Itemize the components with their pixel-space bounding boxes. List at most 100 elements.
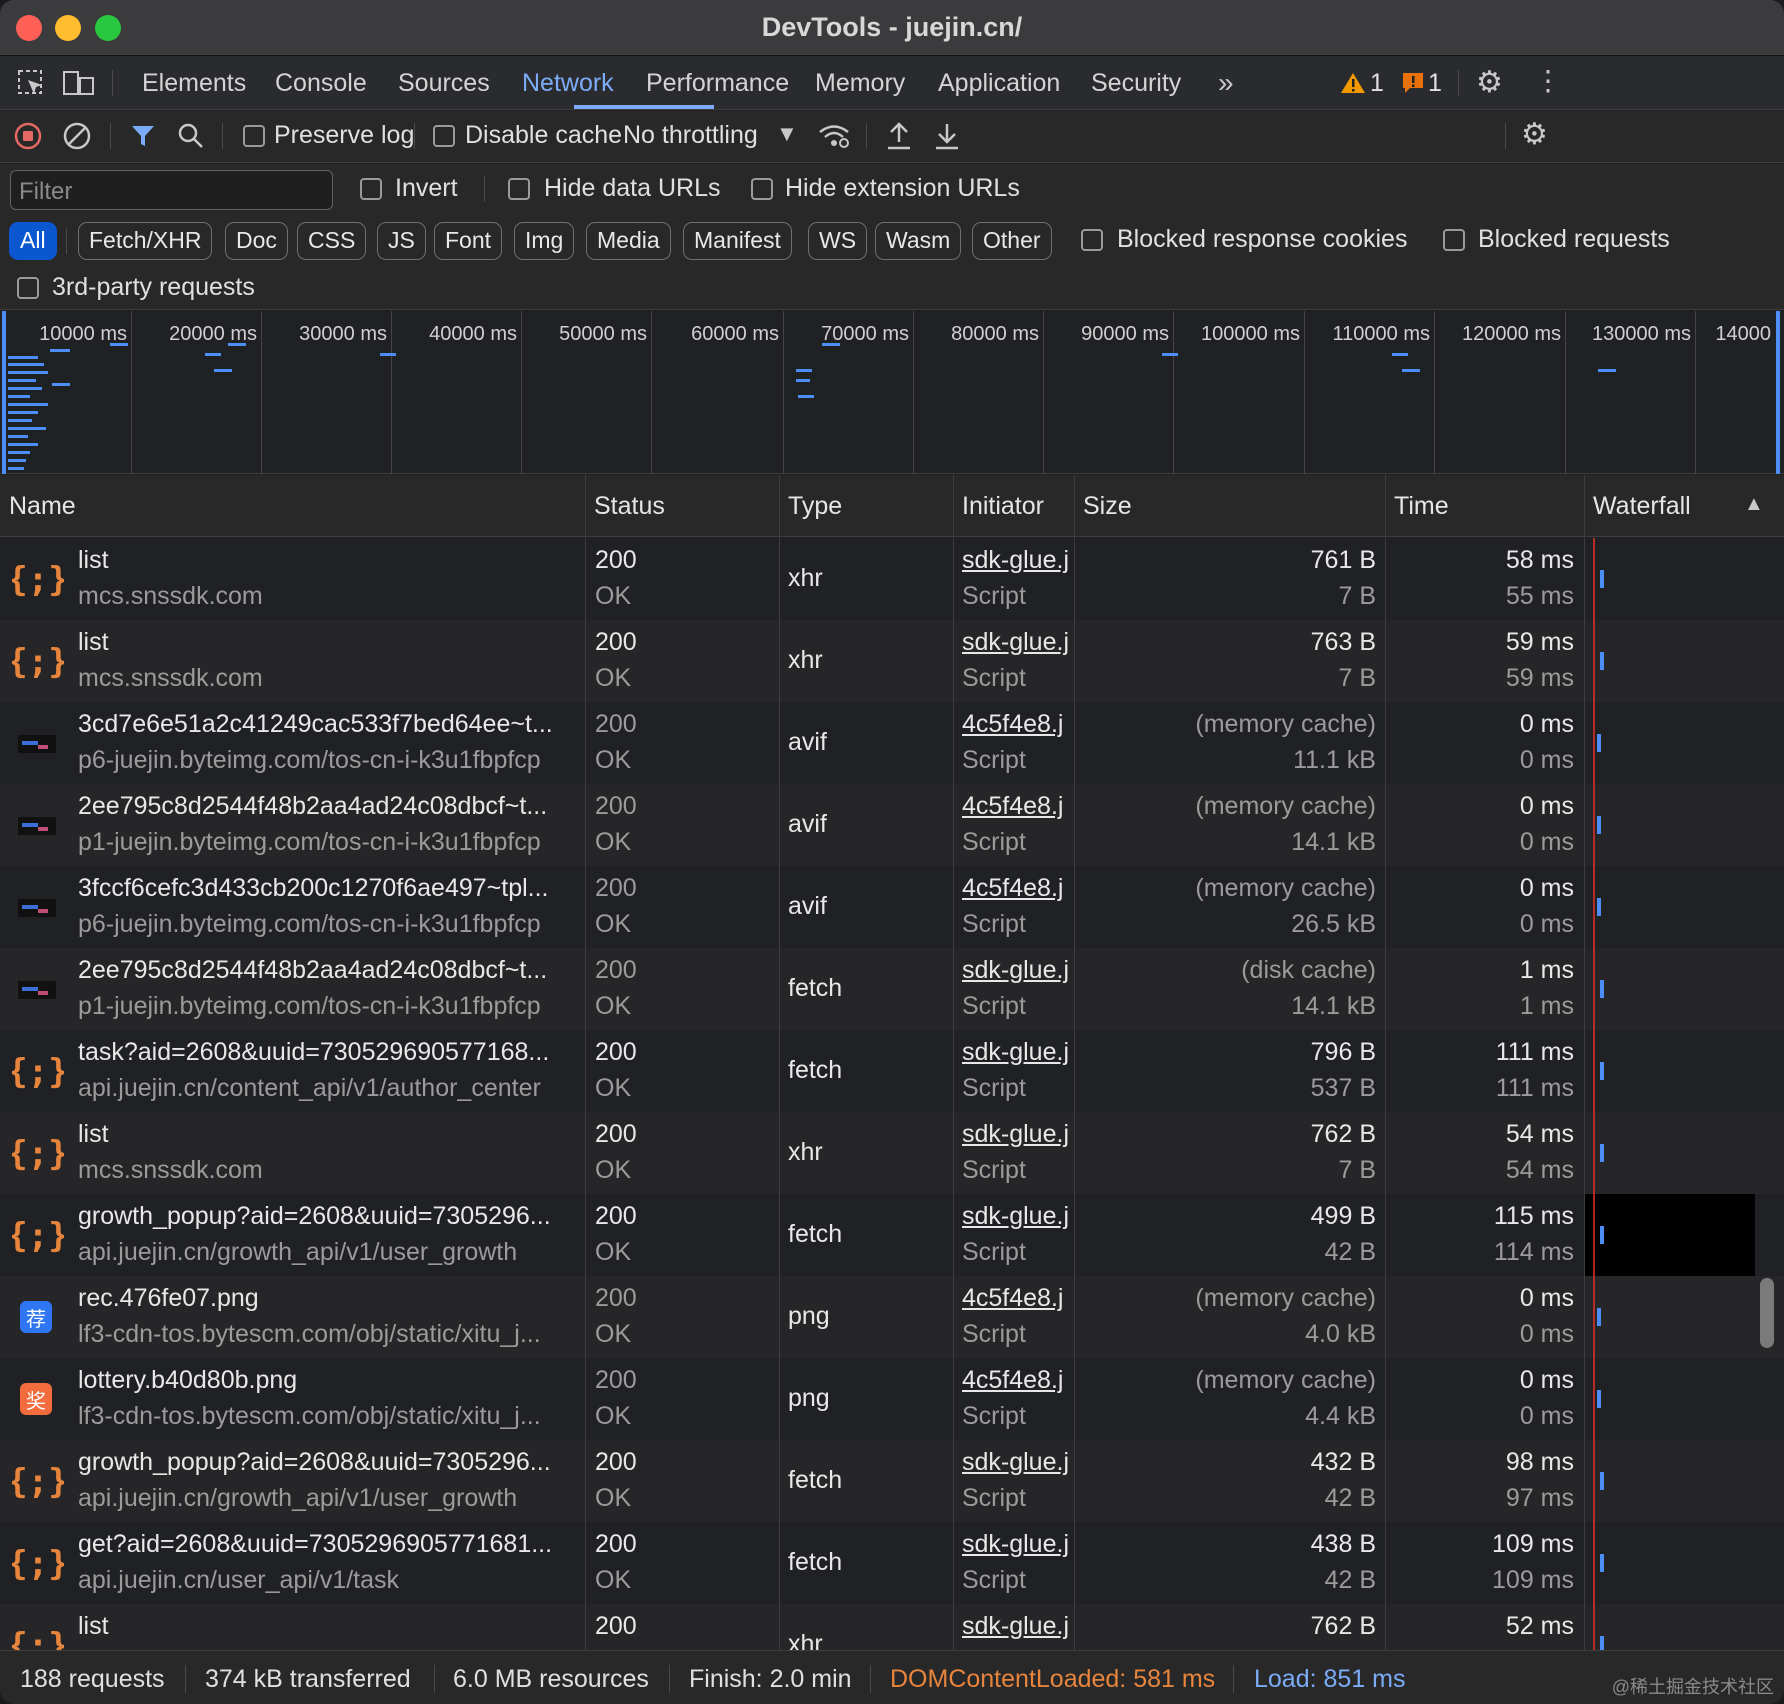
request-name[interactable]: list [78,546,578,575]
initiator-link[interactable]: 4c5f4e8.j [962,1366,1074,1395]
network-settings-gear-icon[interactable]: ⚙ [1521,117,1548,152]
request-row[interactable]: 3fccf6cefc3d433cb200c1270f6ae497~tpl... … [0,866,1784,948]
request-row[interactable]: 2ee795c8d2544f48b2aa4ad24c08dbcf~t... p1… [0,784,1784,866]
initiator-link[interactable]: 4c5f4e8.j [962,874,1074,903]
request-row[interactable]: {;} list mcs.snssdk.com 200 OK xhr sdk-g… [0,538,1784,620]
request-name[interactable]: 2ee795c8d2544f48b2aa4ad24c08dbcf~t... [78,792,578,821]
type-filter-css[interactable]: CSS [297,222,367,260]
search-icon[interactable] [177,122,205,150]
request-row[interactable]: {;} get?aid=2608&uuid=7305296905771681..… [0,1522,1784,1604]
waterfall-bar[interactable] [1600,1144,1604,1162]
timeline-overview[interactable]: 10000 ms 20000 ms 30000 ms 40000 ms 50000 ms… [0,311,1784,474]
waterfall-bar[interactable] [1597,734,1601,752]
request-name[interactable]: 2ee795c8d2544f48b2aa4ad24c08dbcf~t... [78,956,578,985]
type-filter-media[interactable]: Media [586,222,671,260]
column-size[interactable]: Size [1074,475,1132,537]
sort-ascending-icon[interactable]: ▲ [1744,493,1764,516]
request-row[interactable]: 奖 lottery.b40d80b.png lf3-cdn-tos.bytesc… [0,1358,1784,1440]
request-name[interactable]: list [78,628,578,657]
request-row[interactable]: {;} growth_popup?aid=2608&uuid=7305296..… [0,1440,1784,1522]
request-row[interactable]: {;} list 200 xhr sdk-glue.j 762 B 52 ms [0,1604,1784,1650]
tab-performance[interactable]: Performance [646,56,789,110]
issue-count[interactable]: 1 [1428,69,1442,98]
tab-memory[interactable]: Memory [815,56,905,110]
waterfall-bar[interactable] [1600,652,1604,670]
request-name[interactable]: rec.476fe07.png [78,1284,578,1313]
initiator-link[interactable]: sdk-glue.j [962,1202,1074,1231]
filter-funnel-icon[interactable] [130,123,156,149]
filter-input[interactable]: Filter [10,170,333,210]
overview-range-handle[interactable] [1776,311,1780,474]
more-options-icon[interactable]: ⋮ [1534,64,1562,97]
type-filter-all[interactable]: All [9,222,57,260]
warning-count[interactable]: 1 [1370,69,1384,98]
type-filter-wasm[interactable]: Wasm [875,222,962,260]
initiator-link[interactable]: sdk-glue.j [962,1530,1074,1559]
request-row[interactable]: {;} task?aid=2608&uuid=730529690577168..… [0,1030,1784,1112]
tab-network[interactable]: Network [522,56,614,110]
record-stop-icon[interactable] [14,122,42,150]
request-row[interactable]: 2ee795c8d2544f48b2aa4ad24c08dbcf~t... p1… [0,948,1784,1030]
request-name[interactable]: get?aid=2608&uuid=7305296905771681... [78,1530,578,1559]
column-initiator[interactable]: Initiator [953,475,1044,537]
column-name[interactable]: Name [0,475,76,537]
request-row[interactable]: {;} list mcs.snssdk.com 200 OK xhr sdk-g… [0,1112,1784,1194]
initiator-link[interactable]: sdk-glue.j [962,1448,1074,1477]
type-filter-img[interactable]: Img [514,222,575,260]
request-name[interactable]: growth_popup?aid=2608&uuid=7305296... [78,1202,578,1231]
more-tabs-chevron-icon[interactable]: » [1218,67,1234,99]
clear-icon[interactable] [63,122,91,150]
initiator-link[interactable]: sdk-glue.j [962,1120,1074,1149]
import-har-icon[interactable] [886,121,912,151]
export-har-icon[interactable] [934,121,960,151]
tab-elements[interactable]: Elements [142,56,246,110]
request-name[interactable]: task?aid=2608&uuid=730529690577168... [78,1038,578,1067]
request-name[interactable]: 3fccf6cefc3d433cb200c1270f6ae497~tpl... [78,874,578,903]
column-time[interactable]: Time [1385,475,1449,537]
issue-icon[interactable] [1402,72,1424,94]
column-waterfall[interactable]: Waterfall [1584,475,1691,537]
third-party-checkbox[interactable] [17,277,39,299]
settings-gear-icon[interactable]: ⚙ [1476,65,1503,100]
waterfall-bar[interactable] [1597,1308,1601,1326]
type-filter-fetch-xhr[interactable]: Fetch/XHR [78,222,213,260]
request-name[interactable]: lottery.b40d80b.png [78,1366,578,1395]
request-name[interactable]: list [78,1120,578,1149]
initiator-link[interactable]: sdk-glue.j [962,546,1074,575]
type-filter-font[interactable]: Font [434,222,503,260]
initiator-link[interactable]: sdk-glue.j [962,1038,1074,1067]
waterfall-bar[interactable] [1600,1062,1604,1080]
table-scrollbar[interactable] [1760,1278,1774,1348]
hide-data-urls-checkbox[interactable] [508,178,530,200]
request-name[interactable]: growth_popup?aid=2608&uuid=7305296... [78,1448,578,1477]
waterfall-bar[interactable] [1600,1554,1604,1572]
inspect-element-icon[interactable] [16,68,46,98]
request-row[interactable]: 3cd7e6e51a2c41249cac533f7bed64ee~t... p6… [0,702,1784,784]
type-filter-other[interactable]: Other [972,222,1052,260]
type-filter-doc[interactable]: Doc [225,222,288,260]
waterfall-bar[interactable] [1600,570,1604,588]
initiator-link[interactable]: sdk-glue.j [962,1612,1074,1641]
request-name[interactable]: 3cd7e6e51a2c41249cac533f7bed64ee~t... [78,710,578,739]
type-filter-js[interactable]: JS [377,222,426,260]
tab-security[interactable]: Security [1091,56,1181,110]
waterfall-bar[interactable] [1597,898,1601,916]
tab-console[interactable]: Console [275,56,367,110]
request-row[interactable]: {;} list mcs.snssdk.com 200 OK xhr sdk-g… [0,620,1784,702]
invert-checkbox[interactable] [360,178,382,200]
throttling-select[interactable]: No throttling [623,121,758,150]
type-filter-manifest[interactable]: Manifest [683,222,792,260]
initiator-link[interactable]: 4c5f4e8.j [962,1284,1074,1313]
initiator-link[interactable]: 4c5f4e8.j [962,792,1074,821]
overview-range-handle[interactable] [2,311,6,474]
type-filter-ws[interactable]: WS [808,222,868,260]
initiator-link[interactable]: sdk-glue.j [962,628,1074,657]
request-row[interactable]: {;} growth_popup?aid=2608&uuid=7305296..… [0,1194,1784,1276]
waterfall-bar[interactable] [1600,1636,1604,1650]
waterfall-bar[interactable] [1600,1472,1604,1490]
hide-extension-urls-checkbox[interactable] [751,178,773,200]
tab-application[interactable]: Application [938,56,1060,110]
waterfall-bar[interactable] [1597,816,1601,834]
request-row[interactable]: 荐 rec.476fe07.png lf3-cdn-tos.bytescm.co… [0,1276,1784,1358]
network-conditions-icon[interactable] [818,123,850,149]
